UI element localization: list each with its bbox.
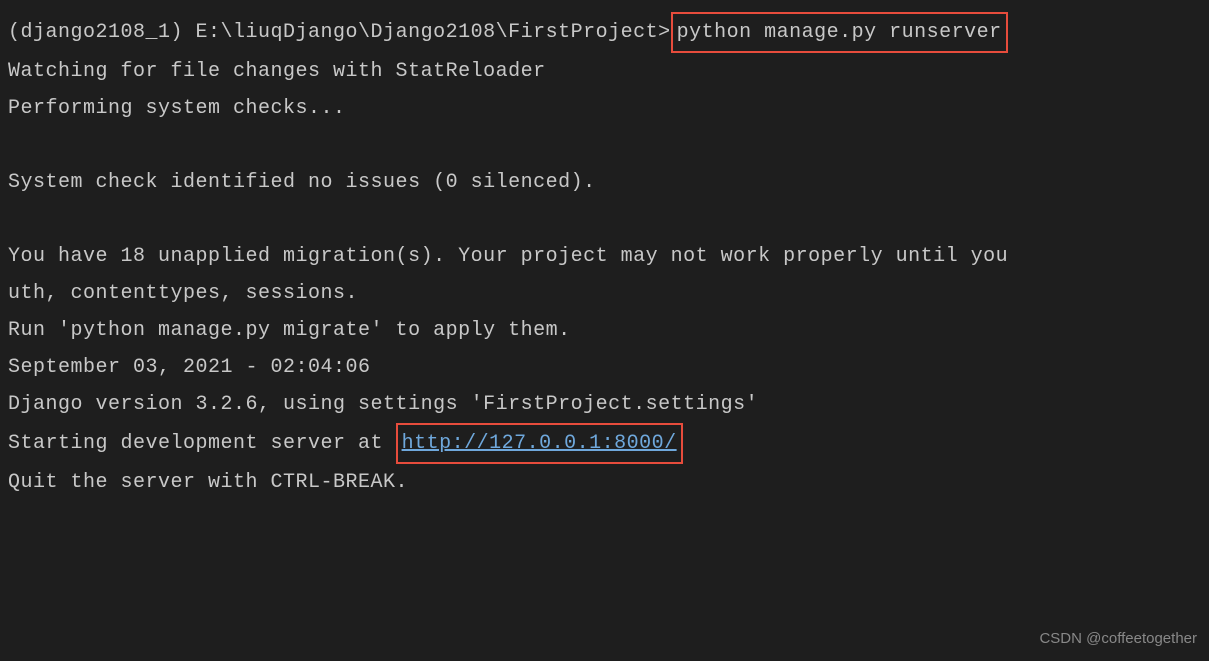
output-line: You have 18 unapplied migration(s). Your… xyxy=(8,238,1201,275)
command-highlight: python manage.py runserver xyxy=(671,12,1008,53)
output-line: Run 'python manage.py migrate' to apply … xyxy=(8,312,1201,349)
command-text: python manage.py runserver xyxy=(677,21,1002,44)
output-line-server: Starting development server at http://12… xyxy=(8,423,1201,464)
output-line: uth, contenttypes, sessions. xyxy=(8,275,1201,312)
output-line: Django version 3.2.6, using settings 'Fi… xyxy=(8,386,1201,423)
output-line: Quit the server with CTRL-BREAK. xyxy=(8,464,1201,501)
env-name: (django2108_1) xyxy=(8,21,196,44)
output-line: System check identified no issues (0 sil… xyxy=(8,164,1201,201)
output-line: Performing system checks... xyxy=(8,90,1201,127)
output-line: September 03, 2021 - 02:04:06 xyxy=(8,349,1201,386)
blank-line xyxy=(8,127,1201,164)
server-prefix: Starting development server at xyxy=(8,432,396,455)
watermark: CSDN @coffeetogether xyxy=(1039,625,1197,653)
blank-line xyxy=(8,201,1201,238)
server-url-link[interactable]: http://127.0.0.1:8000/ xyxy=(402,432,677,455)
url-highlight: http://127.0.0.1:8000/ xyxy=(396,423,683,464)
prompt-path: E:\liuqDjango\Django2108\FirstProject> xyxy=(196,21,671,44)
output-line: Watching for file changes with StatReloa… xyxy=(8,53,1201,90)
prompt-line: (django2108_1) E:\liuqDjango\Django2108\… xyxy=(8,12,1201,53)
